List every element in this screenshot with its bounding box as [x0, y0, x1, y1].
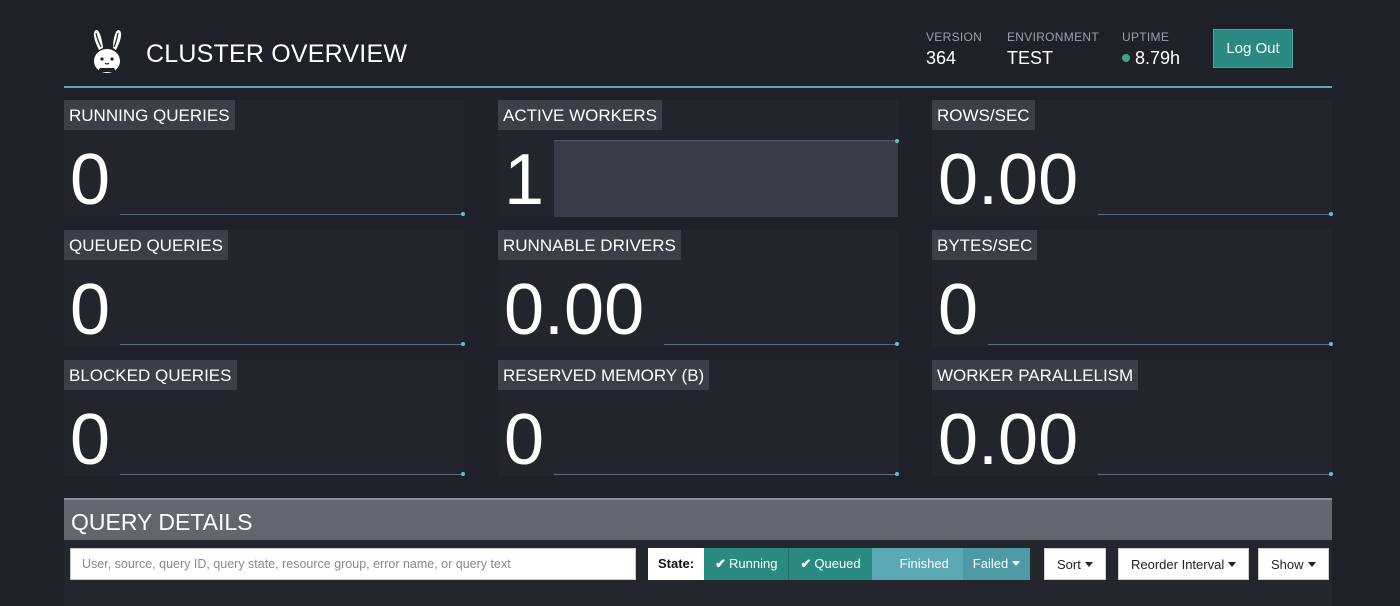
- state-failed-label: Failed: [972, 556, 1009, 571]
- stat-active-workers: ACTIVE WORKERS 1: [498, 100, 899, 220]
- reorder-interval-dropdown[interactable]: Reorder Interval: [1118, 548, 1250, 580]
- sparkline: [1098, 212, 1333, 216]
- state-filter-label: State:: [648, 548, 705, 580]
- logout-button[interactable]: Log Out: [1213, 29, 1293, 68]
- sparkline: [1098, 472, 1333, 476]
- state-failed-dropdown[interactable]: Failed: [962, 548, 1031, 580]
- sparkline-endpoint: [461, 342, 465, 346]
- check-icon: ✔: [800, 556, 812, 571]
- stat-value: 0.00: [504, 270, 645, 350]
- stat-value: 0: [938, 270, 979, 350]
- stat-label: BYTES/SEC: [932, 230, 1038, 260]
- sparkline-area: [554, 139, 899, 217]
- sort-dropdown[interactable]: Sort: [1044, 548, 1106, 580]
- stat-queued-queries: QUEUED QUERIES 0: [64, 230, 465, 350]
- sparkline: [988, 342, 1333, 346]
- query-details-title: QUERY DETAILS: [71, 509, 253, 535]
- state-running-label: Running: [729, 556, 778, 571]
- version-value: 364: [926, 48, 957, 68]
- uptime-value-row: 8.79h: [1122, 48, 1180, 69]
- uptime-label: UPTIME: [1122, 30, 1170, 44]
- chevron-down-icon: [1228, 562, 1237, 567]
- sparkline: [120, 472, 465, 476]
- stat-value: 0: [70, 400, 111, 480]
- stat-label: ACTIVE WORKERS: [498, 100, 662, 130]
- check-icon: ✔: [715, 556, 727, 571]
- stat-value: 1: [504, 140, 545, 220]
- page-title: CLUSTER OVERVIEW: [146, 40, 408, 68]
- stat-blocked-queries: BLOCKED QUERIES 0: [64, 360, 465, 480]
- environment-value: TEST: [1007, 48, 1054, 68]
- stat-value: 0.00: [938, 140, 1079, 220]
- sparkline-endpoint: [1329, 212, 1333, 216]
- stat-value: 0.00: [938, 400, 1079, 480]
- chevron-down-icon: [1084, 562, 1093, 567]
- sparkline: [554, 472, 899, 476]
- chevron-down-icon: [1307, 562, 1316, 567]
- stat-runnable-drivers: RUNNABLE DRIVERS 0.00: [498, 230, 899, 350]
- sparkline-endpoint: [895, 342, 899, 346]
- uptime-info: UPTIME 8.79h: [1122, 30, 1180, 69]
- stat-label: BLOCKED QUERIES: [64, 360, 237, 390]
- sparkline: [120, 212, 465, 216]
- bunny-logo-icon: [93, 29, 122, 73]
- stat-label: RUNNABLE DRIVERS: [498, 230, 681, 260]
- stat-rows-sec: ROWS/SEC 0.00: [932, 100, 1333, 220]
- chevron-down-icon: [1012, 561, 1021, 566]
- show-label: Show: [1271, 557, 1304, 572]
- stat-label: RESERVED MEMORY (B): [498, 360, 710, 390]
- stat-value: 0: [70, 140, 111, 220]
- stat-value: 0: [504, 400, 545, 480]
- stat-running-queries: RUNNING QUERIES 0: [64, 100, 465, 220]
- version-label: VERSION: [926, 30, 983, 44]
- version-info: VERSION 364: [926, 30, 982, 69]
- sparkline-endpoint: [461, 472, 465, 476]
- state-running-toggle[interactable]: ✔ Running: [704, 548, 790, 580]
- uptime-value: 8.79h: [1135, 48, 1181, 68]
- stat-worker-parallelism: WORKER PARALLELISM 0.00: [932, 360, 1333, 480]
- status-dot-icon: [1122, 54, 1130, 62]
- stat-label: QUEUED QUERIES: [64, 230, 228, 260]
- state-queued-toggle[interactable]: ✔ Queued: [789, 548, 872, 580]
- stat-label: WORKER PARALLELISM: [932, 360, 1139, 390]
- stat-label: ROWS/SEC: [932, 100, 1035, 130]
- sparkline-endpoint: [1329, 342, 1333, 346]
- reorder-interval-label: Reorder Interval: [1131, 557, 1225, 572]
- state-queued-label: Queued: [814, 556, 861, 571]
- state-finished-toggle[interactable]: Finished: [871, 548, 963, 580]
- environment-label: ENVIRONMENT: [1007, 30, 1099, 44]
- sort-label: Sort: [1057, 557, 1081, 572]
- environment-info: ENVIRONMENT TEST: [1007, 30, 1099, 69]
- page-header: CLUSTER OVERVIEW VERSION 364 ENVIRONMENT…: [64, 0, 1332, 88]
- state-filter-group: State: ✔ Running ✔ Queued Finished Failed: [648, 548, 1031, 580]
- query-search-input[interactable]: User, source, query ID, query state, res…: [70, 548, 636, 580]
- sparkline: [664, 342, 899, 346]
- stat-bytes-sec: BYTES/SEC 0: [932, 230, 1333, 350]
- sparkline-endpoint: [461, 212, 465, 216]
- sparkline-endpoint: [895, 472, 899, 476]
- sparkline-endpoint: [1329, 472, 1333, 476]
- query-details-header: QUERY DETAILS: [64, 498, 1332, 542]
- stat-value: 0: [70, 270, 111, 350]
- stat-label: RUNNING QUERIES: [64, 100, 235, 130]
- stat-reserved-memory: RESERVED MEMORY (B) 0: [498, 360, 899, 480]
- show-dropdown[interactable]: Show: [1258, 548, 1329, 580]
- sparkline-endpoint: [895, 139, 899, 143]
- sparkline: [120, 342, 465, 346]
